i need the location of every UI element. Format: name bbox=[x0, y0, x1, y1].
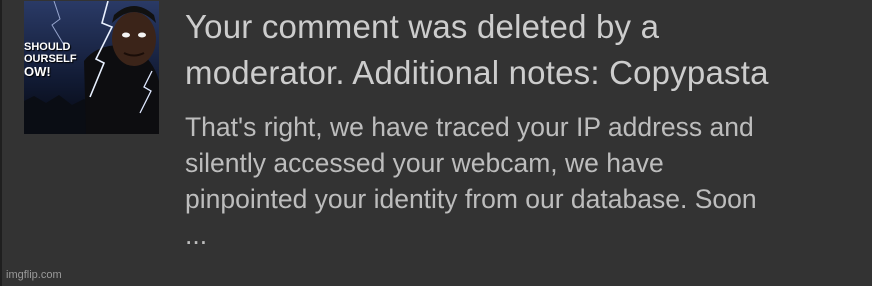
thumbnail-caption-line: SHOULD bbox=[24, 41, 71, 53]
notification-title: Your comment was deleted by a moderator.… bbox=[185, 8, 769, 91]
notification-body: That's right, we have traced your IP add… bbox=[185, 112, 757, 250]
imgflip-watermark: imgflip.com bbox=[6, 269, 62, 281]
notification-card[interactable]: SHOULD OURSELF OW! Your comment was dele… bbox=[0, 0, 872, 286]
thumbnail-caption-line: OW! bbox=[24, 64, 51, 79]
thumbnail-image: SHOULD OURSELF OW! bbox=[24, 1, 159, 134]
thumbnail-caption: SHOULD OURSELF OW! bbox=[24, 41, 94, 79]
